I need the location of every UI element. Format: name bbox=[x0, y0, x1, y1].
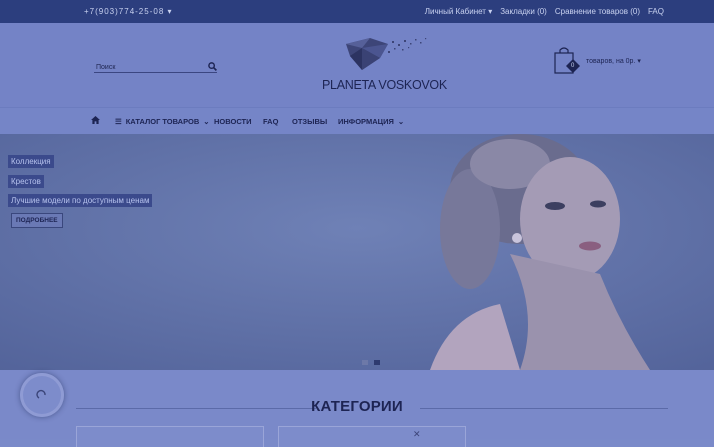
hero-caption-1: Коллекция bbox=[8, 155, 54, 168]
account-link[interactable]: Личный Кабинет ▾ bbox=[425, 7, 492, 16]
nav-reviews[interactable]: ОТЗЫВЫ bbox=[292, 117, 327, 126]
more-button[interactable]: ПОДРОБНЕЕ bbox=[11, 213, 63, 228]
category-card[interactable] bbox=[76, 426, 264, 447]
search-input[interactable] bbox=[94, 64, 201, 71]
search-icon[interactable] bbox=[208, 58, 217, 76]
nav-info[interactable]: ИНФОРМАЦИЯ ⌄ bbox=[338, 117, 404, 126]
slider-dots bbox=[362, 360, 380, 365]
hero-photo bbox=[0, 134, 714, 370]
spinner-icon bbox=[36, 389, 46, 399]
search-box bbox=[94, 56, 217, 73]
main-nav: ☰ КАТАЛОГ ТОВАРОВ ⌄ НОВОСТИ FAQ ОТЗЫВЫ И… bbox=[0, 107, 714, 135]
caret-down-icon: ▾ bbox=[637, 58, 641, 65]
phone-number: +7(903)774-25-08 bbox=[84, 7, 165, 16]
faq-link[interactable]: FAQ bbox=[648, 7, 664, 16]
chevron-down-icon: ⌄ bbox=[397, 117, 405, 126]
category-thumb-icon: ✕ bbox=[413, 429, 421, 439]
diamond-logo-icon bbox=[346, 38, 427, 70]
compare-link[interactable]: Сравнение товаров (0) bbox=[555, 7, 640, 16]
hero-caption-2: Крестов bbox=[8, 175, 44, 188]
phone-dropdown[interactable]: +7(903)774-25-08 ▾ bbox=[84, 7, 173, 16]
caret-down-icon: ▾ bbox=[488, 7, 493, 16]
hero-caption-3: Лучшие модели по доступным ценам bbox=[8, 194, 153, 207]
slider-dot[interactable] bbox=[362, 360, 368, 365]
nav-news[interactable]: НОВОСТИ bbox=[214, 117, 252, 126]
cart-label: товаров, на 0р. bbox=[586, 58, 636, 65]
slider-dot-active[interactable] bbox=[374, 360, 380, 365]
nav-catalog-label: КАТАЛОГ ТОВАРОВ bbox=[125, 117, 200, 126]
categories-title: КАТЕГОРИИ bbox=[311, 398, 403, 415]
logo-text: PLANETA VOSKOVOK bbox=[322, 78, 447, 92]
chevron-down-icon: ⌄ bbox=[203, 117, 210, 126]
nav-info-label: ИНФОРМАЦИЯ bbox=[338, 117, 394, 126]
account-label: Личный Кабинет bbox=[424, 7, 486, 16]
nav-faq[interactable]: FAQ bbox=[263, 117, 278, 126]
cart-button[interactable]: 0 товаров, на 0р. ▾ bbox=[553, 47, 653, 77]
caret-down-icon: ▾ bbox=[167, 7, 173, 16]
menu-icon: ☰ bbox=[115, 117, 122, 126]
scroll-circle-button[interactable] bbox=[20, 373, 64, 417]
cart-count: 0 bbox=[571, 63, 575, 69]
logo[interactable]: PLANETA VOSKOVOK bbox=[322, 36, 447, 92]
bookmarks-link[interactable]: Закладки (0) bbox=[500, 7, 547, 16]
hero-slider[interactable]: Коллекция Крестов Лучшие модели по досту… bbox=[0, 134, 714, 370]
shopping-bag-icon bbox=[554, 47, 580, 74]
top-bar: +7(903)774-25-08 ▾ Личный Кабинет ▾ Закл… bbox=[0, 0, 714, 23]
category-card[interactable]: ✕ bbox=[278, 426, 466, 447]
nav-catalog[interactable]: ☰ КАТАЛОГ ТОВАРОВ ⌄ bbox=[115, 117, 210, 126]
home-icon[interactable] bbox=[91, 116, 100, 126]
